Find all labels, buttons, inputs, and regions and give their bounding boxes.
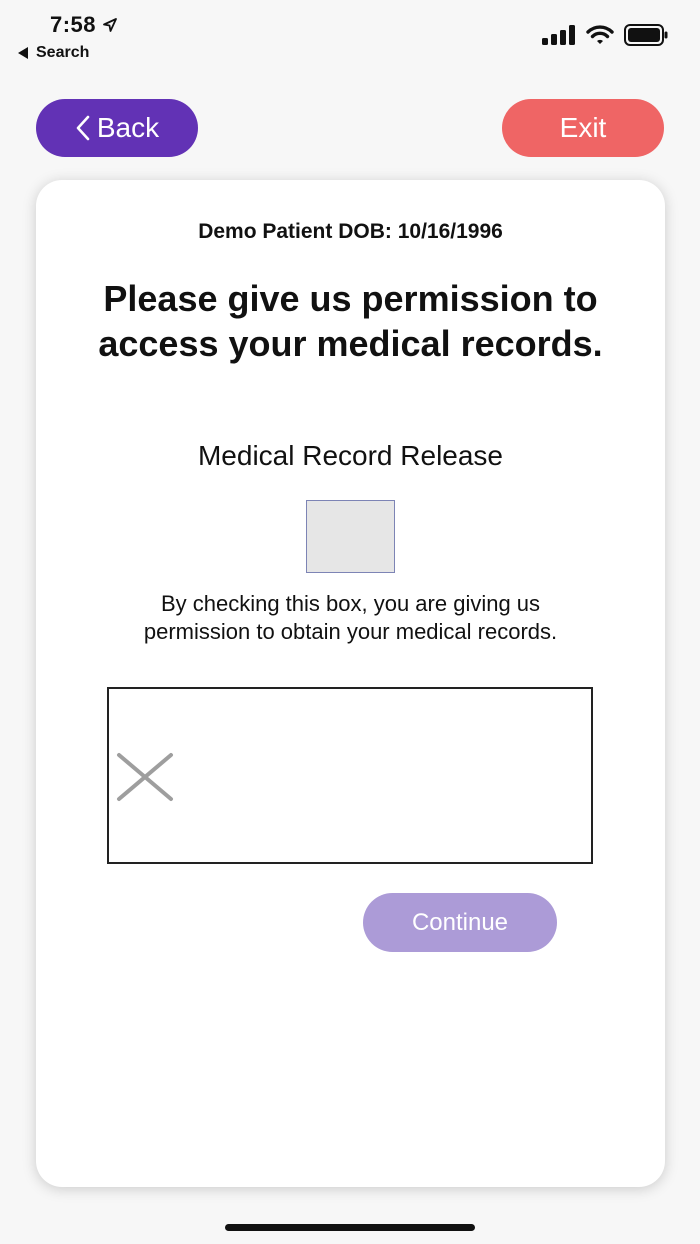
consent-card: Demo Patient DOB: 10/16/1996 Please give… — [36, 180, 665, 1187]
exit-button-label: Exit — [559, 112, 607, 143]
back-button[interactable]: Back — [36, 99, 198, 157]
wifi-icon — [586, 25, 614, 44]
chevron-left-icon — [76, 115, 90, 141]
status-time-label: 7:58 — [50, 12, 97, 37]
back-button-label: Back — [96, 112, 160, 143]
back-triangle-icon — [18, 47, 28, 59]
status-bar: 7:58 Search — [0, 0, 700, 72]
cellular-signal-icon — [542, 25, 575, 45]
status-back-label: Search — [36, 44, 90, 61]
status-icons — [542, 24, 668, 46]
exit-button[interactable]: Exit — [502, 99, 664, 157]
home-indicator[interactable] — [225, 1224, 475, 1231]
page-title: Please give us permission to access your… — [98, 278, 603, 364]
signature-x-icon — [117, 753, 173, 801]
status-time: 7:58 — [50, 12, 118, 38]
section-title: Medical Record Release — [197, 440, 504, 471]
patient-info: Demo Patient DOB: 10/16/1996 — [198, 220, 503, 243]
release-checkbox[interactable] — [306, 500, 395, 573]
location-arrow-icon — [103, 18, 117, 32]
status-back-to-search[interactable]: Search — [18, 44, 89, 62]
continue-button[interactable]: Continue — [363, 893, 557, 952]
continue-button-label: Continue — [411, 908, 509, 936]
battery-icon — [624, 24, 668, 46]
consent-description: By checking this box, you are giving us … — [143, 591, 558, 644]
signature-pad[interactable] — [107, 687, 593, 864]
